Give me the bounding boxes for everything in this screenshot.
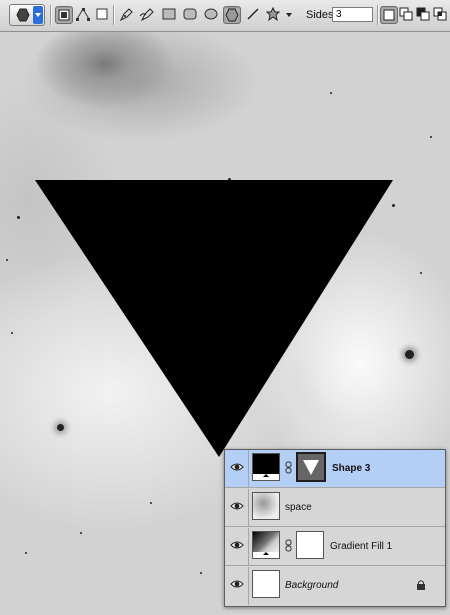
fill-pixels-button[interactable] (94, 6, 112, 24)
geometry-options-dropdown[interactable] (285, 6, 295, 24)
pen-tool-button[interactable] (118, 6, 136, 24)
rectangle-icon (162, 8, 176, 20)
chevron-down-icon (286, 13, 292, 17)
ellipse-icon (204, 8, 218, 20)
line-tool-button[interactable] (245, 6, 263, 24)
tool-preset-picker[interactable] (9, 4, 45, 26)
divider (248, 567, 249, 605)
layer-name: Background (285, 580, 339, 591)
gradient-thumbnail (252, 531, 280, 559)
link-icon[interactable] (285, 461, 292, 474)
pen-icon (119, 8, 133, 22)
paths-icon (76, 8, 90, 21)
fill-marker-icon (263, 474, 269, 477)
layer-row-gradient-fill-1[interactable]: Gradient Fill 1 (225, 528, 445, 566)
subtract-from-shape-button[interactable] (415, 6, 433, 24)
polygon-tool-button[interactable] (223, 6, 241, 24)
layer-name: Shape 3 (332, 463, 371, 474)
layer-row-space[interactable]: space (225, 489, 445, 527)
rounded-rectangle-icon (183, 8, 197, 20)
polygon-icon (16, 8, 30, 22)
ellipse-tool-button[interactable] (203, 6, 221, 24)
layer-thumbnail (252, 492, 280, 520)
subtract-from-shape-icon (416, 7, 430, 21)
layer-thumbnail (252, 570, 280, 598)
toolbar-divider (377, 5, 379, 25)
shape-layers-button[interactable] (55, 6, 73, 24)
eye-icon[interactable] (230, 500, 244, 512)
add-to-shape-button[interactable] (398, 6, 416, 24)
divider (248, 450, 249, 487)
toolbar-divider (113, 5, 115, 25)
new-shape-layer-icon (383, 9, 395, 21)
intersect-shape-button[interactable] (432, 6, 450, 24)
layers-panel: Shape 3 space Gradient Fill 1 Background (224, 449, 446, 607)
layer-row-shape-3[interactable]: Shape 3 (225, 450, 445, 488)
layer-name: Gradient Fill 1 (330, 541, 393, 552)
paths-button[interactable] (75, 6, 93, 24)
rectangle-tool-button[interactable] (161, 6, 179, 24)
sides-input[interactable] (332, 7, 373, 22)
divider (248, 528, 249, 565)
layer-name: space (285, 502, 312, 513)
layer-row-background[interactable]: Background (225, 567, 445, 605)
eye-icon[interactable] (230, 578, 244, 590)
freeform-pen-icon (139, 8, 154, 22)
link-icon[interactable] (285, 539, 292, 552)
eye-icon[interactable] (230, 461, 244, 473)
new-shape-layer-button[interactable] (380, 6, 398, 24)
lock-icon (417, 580, 425, 590)
shape-layers-icon (58, 9, 70, 21)
polygon-icon (225, 8, 239, 22)
eye-icon[interactable] (230, 539, 244, 551)
fill-marker-icon (263, 552, 269, 555)
line-icon (247, 8, 259, 20)
custom-shape-icon (265, 6, 281, 22)
triangle-mask-icon (303, 460, 319, 475)
chevron-down-icon[interactable] (33, 6, 43, 24)
fill-pixels-icon (96, 8, 108, 20)
divider (248, 489, 249, 526)
freeform-pen-button[interactable] (139, 6, 157, 24)
rounded-rectangle-button[interactable] (182, 6, 200, 24)
layer-thumbnail (252, 453, 280, 481)
layer-mask-thumbnail[interactable] (296, 531, 324, 559)
add-to-shape-icon (399, 7, 413, 21)
intersect-shape-icon (433, 7, 447, 21)
vector-mask-thumbnail[interactable] (296, 452, 326, 482)
toolbar-divider (50, 5, 52, 25)
custom-shape-button[interactable] (265, 6, 283, 24)
options-bar: Sides: (0, 0, 450, 32)
